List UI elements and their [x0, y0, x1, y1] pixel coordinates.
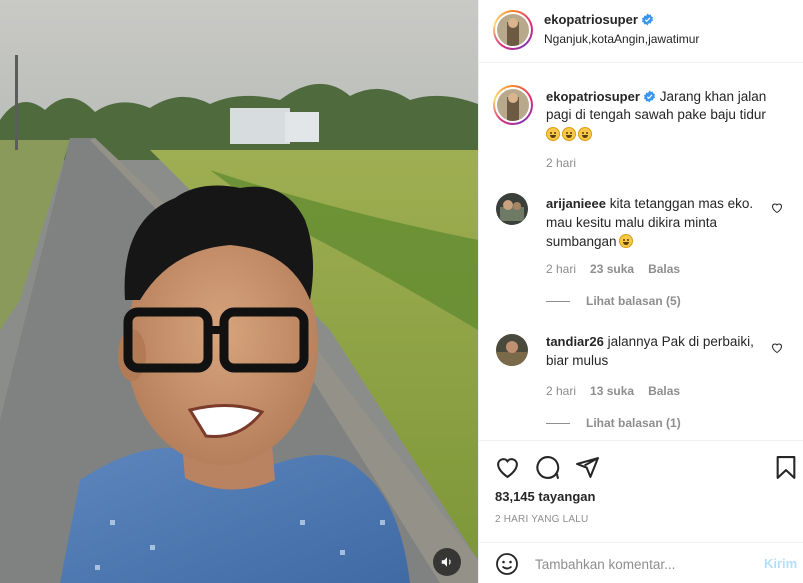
verified-badge-icon	[643, 90, 655, 103]
comments-section: ekopatriosuper Jarang khan jalan pagi di…	[479, 64, 803, 440]
comment-body: tandiar26 jalannya Pak di perbaiki, biar…	[546, 332, 761, 370]
comment-time[interactable]: 2 hari	[546, 262, 576, 276]
post-location[interactable]: Nganjuk,kotaAngin,jawatimur	[544, 32, 699, 46]
mute-button[interactable]	[433, 548, 461, 576]
grinning-emoji-icon	[562, 127, 576, 141]
view-replies-button[interactable]: Lihat balasan (1)	[546, 416, 681, 430]
view-replies-button[interactable]: Lihat balasan (5)	[546, 294, 681, 308]
comment-composer: Kirim	[479, 542, 803, 583]
comment-like-heart-icon[interactable]	[771, 342, 783, 354]
verified-badge-icon	[641, 13, 653, 26]
send-icon[interactable]	[575, 455, 600, 480]
comment-reply-button[interactable]: Balas	[648, 384, 680, 398]
heart-icon[interactable]	[495, 455, 520, 480]
comment-input[interactable]	[535, 553, 755, 575]
commenter-avatar[interactable]	[496, 193, 528, 225]
replies-divider	[546, 422, 570, 424]
emoji-icon[interactable]	[495, 552, 519, 576]
caption-emojis	[546, 126, 776, 144]
comment-reply-button[interactable]: Balas	[648, 262, 680, 276]
post-caption: ekopatriosuper Jarang khan jalan pagi di…	[546, 88, 776, 144]
caption-timestamp[interactable]: 2 hari	[546, 156, 576, 170]
replies-divider	[546, 300, 570, 302]
grinning-emoji-icon	[578, 127, 592, 141]
comment-username[interactable]: tandiar26	[546, 334, 604, 349]
caption-author-avatar[interactable]	[493, 85, 533, 125]
view-replies-label: Lihat balasan (1)	[586, 416, 681, 430]
post-header: ekopatriosuper Nganjuk,kotaAngin,jawatim…	[479, 0, 803, 63]
commenter-avatar[interactable]	[496, 334, 528, 366]
author-avatar[interactable]	[493, 10, 533, 50]
post-comment-button[interactable]: Kirim	[764, 556, 797, 571]
bookmark-icon[interactable]	[775, 455, 797, 480]
view-count[interactable]: 83,145 tayangan	[495, 489, 595, 504]
comment-meta: 2 hari 13 suka Balas	[546, 384, 680, 398]
post-actions: 83,145 tayangan 2 HARI YANG LALU Kirim	[479, 440, 803, 583]
author-username[interactable]: ekopatriosuper	[544, 12, 654, 27]
comment-username[interactable]: arijanieee	[546, 196, 606, 211]
view-replies-label: Lihat balasan (5)	[586, 294, 681, 308]
comment-time[interactable]: 2 hari	[546, 384, 576, 398]
post-date: 2 HARI YANG LALU	[495, 514, 589, 525]
video-frame	[0, 0, 478, 583]
comment-like-heart-icon[interactable]	[771, 202, 783, 214]
comment-likes[interactable]: 13 suka	[590, 384, 634, 398]
comment-likes[interactable]: 23 suka	[590, 262, 634, 276]
laughing-emoji-icon	[618, 234, 633, 248]
speaker-icon	[441, 557, 451, 567]
caption-username[interactable]: ekopatriosuper	[546, 89, 640, 104]
comment-body: arijanieee kita tetanggan mas eko. mau k…	[546, 194, 761, 251]
grinning-emoji-icon	[546, 127, 560, 141]
comment-icon[interactable]	[535, 455, 560, 480]
video-player[interactable]	[0, 0, 478, 583]
post-details-panel: ekopatriosuper Nganjuk,kotaAngin,jawatim…	[478, 0, 803, 583]
comment-meta: 2 hari 23 suka Balas	[546, 262, 680, 276]
